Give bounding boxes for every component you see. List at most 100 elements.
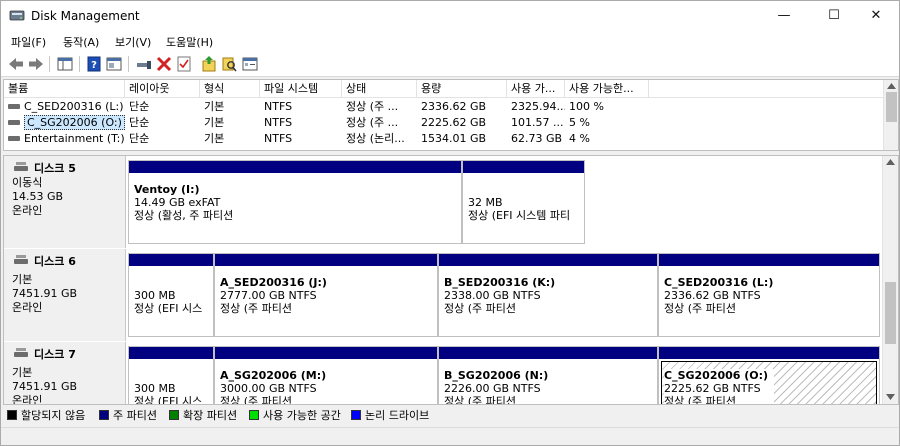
partition-status: 정상 (EFI 시스템 파티 [468,209,571,222]
check-icon[interactable] [175,55,193,73]
toolbar-separator [128,56,129,72]
svg-text:?: ? [91,60,97,71]
volume-type: 기본 [204,132,225,145]
search-icon[interactable] [220,55,238,73]
volume-row[interactable]: Entertainment (T:) 단순 기본 NTFS 정상 (논리... … [4,131,884,147]
help-icon[interactable]: ? [85,55,103,73]
disk-icon [14,255,28,264]
connect-icon[interactable] [135,55,153,73]
menu-file[interactable]: 파일(F) [11,34,46,50]
export-icon[interactable] [200,55,218,73]
column-header-free[interactable]: 사용 가... [507,80,565,98]
drive-icon [8,120,20,125]
volume-capacity: 2225.62 GB [421,116,487,129]
partition-title: B_SG202006 (N:) [444,369,549,382]
menu-action[interactable]: 동작(A) [63,34,99,50]
volume-list-scrollbar[interactable] [883,80,898,150]
partition-box[interactable]: 300 MB 정상 (EFI 시스 [128,253,214,337]
scroll-up-icon[interactable] [887,83,896,89]
console-tree-icon[interactable] [56,55,74,73]
partition-box[interactable]: A_SED200316 (J:) 2777.00 GB NTFS 정상 (주 파… [214,253,438,337]
primary-partition-bar [215,254,437,266]
partition-box[interactable]: B_SED200316 (K:) 2338.00 GB NTFS 정상 (주 파… [438,253,658,337]
disk-label[interactable]: 디스크 6 기본 7451.91 GB 온라인 [4,249,126,341]
volume-percent-free: 100 % [569,100,604,113]
column-header-volume[interactable]: 볼륨 [4,80,125,98]
volume-status: 정상 (주 ... [346,100,399,113]
properties-icon[interactable] [105,55,123,73]
disk-size: 7451.91 GB [12,287,78,300]
disk-label[interactable]: 디스크 5 이동식 14.53 GB 온라인 [4,156,126,248]
partition-title: Ventoy (I:) [134,183,200,196]
partition-box[interactable]: 300 MB 정상 (EFI 시스 [128,346,214,405]
column-header-percent-free[interactable]: 사용 가능한... [565,80,649,98]
partition-size: 300 MB [134,382,176,395]
volume-status: 정상 (주 ... [346,116,399,129]
partition-box[interactable]: 32 MB 정상 (EFI 시스템 파티 [462,160,585,244]
volume-row-selected[interactable]: C_SG202006 (O:) 단순 기본 NTFS 정상 (주 ... 222… [4,115,884,131]
column-header-status[interactable]: 상태 [342,80,417,98]
legend-item: 논리 드라이브 [351,410,429,422]
primary-partition-bar [439,254,657,266]
scroll-down-icon[interactable] [886,394,895,400]
primary-partition-bar [129,254,213,266]
volume-layout: 단순 [129,116,150,129]
volume-list-scroll-thumb[interactable] [886,92,897,122]
disk-management-app-icon [9,10,25,21]
maximize-button[interactable]: ☐ [811,1,857,31]
partition-box-selected[interactable]: C_SG202006 (O:) 2225.62 GB NTFS 정상 (주 파티… [658,346,880,404]
partition-title [468,183,582,196]
partition-box[interactable]: C_SED200316 (L:) 2336.62 GB NTFS 정상 (주 파… [658,253,880,337]
partition-box[interactable]: A_SG202006 (M:) 3000.00 GB NTFS 정상 (주 파티… [214,346,438,404]
volume-free: 101.57 ... [511,116,564,129]
disk-kind: 기본 [12,273,33,286]
primary-partition-bar [215,347,437,359]
partition-box[interactable]: Ventoy (I:) 14.49 GB exFAT 정상 (활성, 주 파티션 [128,160,462,244]
volume-layout: 단순 [129,100,150,113]
disk-name: 디스크 7 [34,348,76,361]
column-header-capacity[interactable]: 용량 [417,80,507,98]
volume-free: 62.73 GB [511,132,563,145]
disk-area-scrollbar[interactable] [882,156,898,404]
primary-partition-bar [129,347,213,359]
volume-status: 정상 (논리... [346,132,405,145]
legend-swatch [169,410,179,420]
partition-status: 정상 (주 파티션 [220,302,293,315]
volume-list-header: 볼륨 레이아웃 형식 파일 시스템 상태 용량 사용 가... 사용 가능한..… [4,80,884,98]
volume-name: C_SG202006 (O:) [24,115,125,130]
volume-free: 2325.94... [511,100,565,113]
partition-status: 정상 (주 파티션 [444,395,517,405]
disk-row: 디스크 7 기본 7451.91 GB 온라인 300 MB 정상 (EFI 시… [4,342,884,405]
partition-size: 300 MB [134,289,176,302]
delete-icon[interactable] [155,55,173,73]
disk-management-window: Disk Management — ☐ ✕ 파일(F) 동작(A) 보기(V) … [0,0,900,446]
column-header-type[interactable]: 형식 [200,80,260,98]
disk-icon [14,348,28,357]
disk-area-scroll-thumb[interactable] [885,282,896,344]
legend-label: 확장 파티션 [183,409,238,422]
disk-size: 7451.91 GB [12,380,78,393]
volume-row[interactable]: C_SED200316 (L:) 단순 기본 NTFS 정상 (주 ... 23… [4,99,884,115]
forward-arrow-icon[interactable] [27,55,45,73]
partition-size: 2777.00 GB NTFS [220,289,317,302]
partition-size: 14.49 GB exFAT [134,196,221,209]
volume-filesystem: NTFS [264,100,293,113]
partition-status: 정상 (주 파티션 [444,302,517,315]
menu-help[interactable]: 도움말(H) [166,34,213,50]
legend-item: 확장 파티션 [169,410,237,422]
column-header-layout[interactable]: 레이아웃 [125,80,200,98]
console-icon[interactable] [241,55,259,73]
minimize-button[interactable]: — [761,1,807,31]
partition-size: 32 MB [468,196,503,209]
back-arrow-icon[interactable] [7,55,25,73]
partition-status: 정상 (EFI 시스 [134,395,203,405]
volume-capacity: 2336.62 GB [421,100,487,113]
partition-box[interactable]: B_SG202006 (N:) 2226.00 GB NTFS 정상 (주 파티… [438,346,658,405]
disk-label[interactable]: 디스크 7 기본 7451.91 GB 온라인 [4,342,126,404]
legend: 할당되지 않음 주 파티션 확장 파티션 사용 가능한 공간 논리 드라이브 [3,407,899,425]
scroll-up-icon[interactable] [886,159,895,165]
menu-view[interactable]: 보기(V) [115,34,151,50]
column-header-filesystem[interactable]: 파일 시스템 [260,80,342,98]
close-button[interactable]: ✕ [853,1,899,31]
drive-icon [8,104,20,109]
